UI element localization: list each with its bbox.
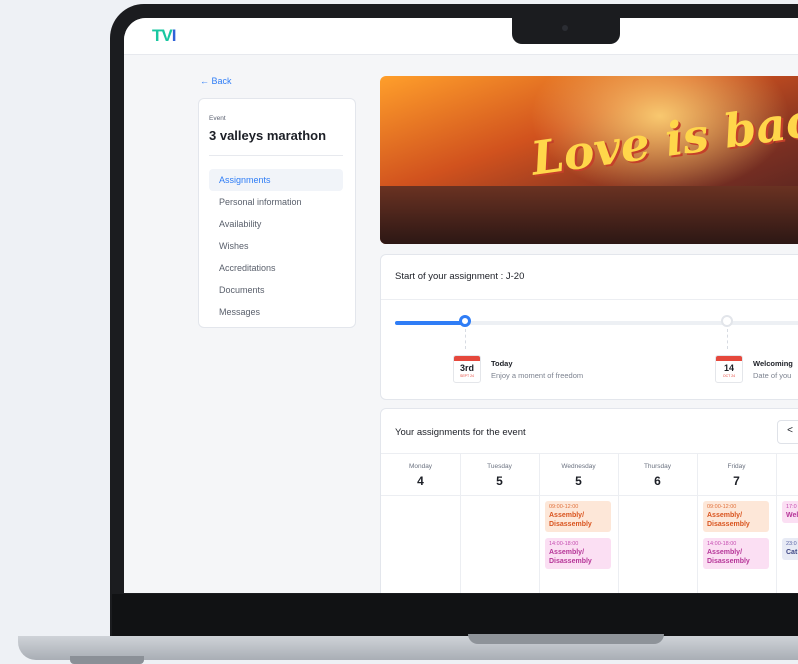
assignment-start-title: Start of your assignment : J-20 [395, 271, 525, 282]
day-number: 6 [654, 474, 661, 488]
sidebar-nav: Assignments Personal information Availabil… [209, 169, 343, 323]
slot-label: Wel par [786, 512, 798, 519]
milestone-subtitle: Date of you [753, 371, 792, 380]
event-banner-image: Love is back [380, 76, 798, 244]
assignment-slot[interactable]: 09:00-12:00 Assembly/ Disassembly [703, 501, 769, 532]
divider [381, 299, 798, 300]
day-name: Wednesday [561, 463, 596, 470]
day-number: 5 [496, 474, 503, 488]
schedule-title: Your assignments for the event [395, 427, 526, 438]
progress-fill [395, 321, 465, 325]
crowd-silhouette [380, 186, 798, 244]
slot-label: Assembly/ Disassembly [707, 512, 750, 528]
sidebar-item-availability[interactable]: Availability [209, 213, 343, 235]
slot-time: 14:00-18:00 [549, 541, 579, 547]
milestone-title: Today [491, 359, 513, 368]
divider [209, 155, 343, 156]
progress-next-dot [721, 315, 733, 327]
milestone-month: OCT 24 [722, 374, 736, 378]
laptop-foot [70, 656, 144, 664]
slot-label: Assembly/ Disassembly [549, 512, 592, 528]
day-name: Tuesday [487, 463, 512, 470]
laptop-base-groove [468, 634, 664, 644]
top-bar: TVI [124, 18, 798, 55]
logo-text-a: TV [152, 26, 173, 45]
assignments-schedule-card: Your assignments for the event < Monday 4… [380, 408, 798, 593]
day-column: 17:0 Wel par 23:0 Cat [776, 454, 798, 593]
slot-label: Cat [786, 549, 798, 556]
sidebar-item-assignments[interactable]: Assignments [209, 169, 343, 191]
day-column: Tuesday 5 [460, 454, 540, 593]
slot-time: 17:0 [786, 504, 797, 510]
assignment-slot[interactable]: 14:00-18:00 Assembly/ Disassembly [545, 538, 611, 569]
milestone-subtitle: Enjoy a moment of freedom [491, 371, 584, 380]
sidebar-item-documents[interactable]: Documents [209, 279, 343, 301]
day-column: Friday 7 09:00-12:00 Assembly/ Disassembly 1… [697, 454, 777, 593]
sidebar-item-messages[interactable]: Messages [209, 301, 343, 323]
assignment-slot[interactable]: 14:00-18:00 Assembly/ Disassembly [703, 538, 769, 569]
app-screen: TVI ← Back Event 3 valleys marathon Assi… [124, 18, 798, 593]
app-logo[interactable]: TVI [152, 26, 177, 46]
calendar-icon: 3rd SEPT 24 [453, 355, 481, 383]
milestone-connector [465, 329, 467, 349]
slot-time: 14:00-18:00 [707, 541, 737, 547]
day-name: Thursday [643, 463, 672, 470]
camera-icon [562, 25, 568, 31]
sidebar-item-wishes[interactable]: Wishes [209, 235, 343, 257]
chevron-left-icon: < [787, 425, 793, 436]
day-column: Thursday 6 [618, 454, 698, 593]
event-sidebar-card: Event 3 valleys marathon Assignments Pers… [198, 98, 356, 328]
event-name: 3 valleys marathon [209, 128, 327, 143]
slot-time: 23:0 [786, 541, 797, 547]
sidebar-item-accreditations[interactable]: Accreditations [209, 257, 343, 279]
laptop-chin [112, 594, 798, 640]
assignment-slot[interactable]: 23:0 Cat [782, 538, 798, 560]
day-number: 5 [575, 474, 582, 488]
camera-notch [512, 18, 620, 44]
day-number: 7 [733, 474, 740, 488]
back-link[interactable]: ← Back [200, 76, 232, 86]
previous-week-button[interactable]: < [777, 420, 798, 444]
assignment-start-card: Start of your assignment : J-20 3rd SEPT… [380, 254, 798, 400]
assignment-slot[interactable]: 17:0 Wel par [782, 501, 798, 523]
slot-time: 09:00-12:00 [707, 504, 737, 510]
milestone-day: 3rd [459, 363, 474, 373]
sidebar-item-personal-information[interactable]: Personal information [209, 191, 343, 213]
progress-current-dot [459, 315, 471, 327]
logo-text-b: I [171, 26, 177, 45]
assignment-slot[interactable]: 09:00-12:00 Assembly/ Disassembly [545, 501, 611, 532]
slot-label: Assembly/ Disassembly [707, 549, 750, 565]
day-name: Friday [727, 463, 746, 470]
day-column: Wednesday 5 09:00-12:00 Assembly/ Disassemb… [539, 454, 619, 593]
slot-time: 09:00-12:00 [549, 504, 579, 510]
milestone-day: 14 [723, 363, 734, 373]
day-name: Monday [408, 463, 433, 470]
calendar-icon: 14 OCT 24 [715, 355, 743, 383]
milestone-month: SEPT 24 [460, 374, 474, 378]
milestone-title: Welcoming [753, 359, 793, 368]
milestone-connector [727, 329, 729, 349]
event-label: Event [209, 115, 226, 122]
day-column: Monday 4 [381, 454, 461, 593]
day-number: 4 [417, 474, 424, 488]
slot-label: Assembly/ Disassembly [549, 549, 592, 565]
